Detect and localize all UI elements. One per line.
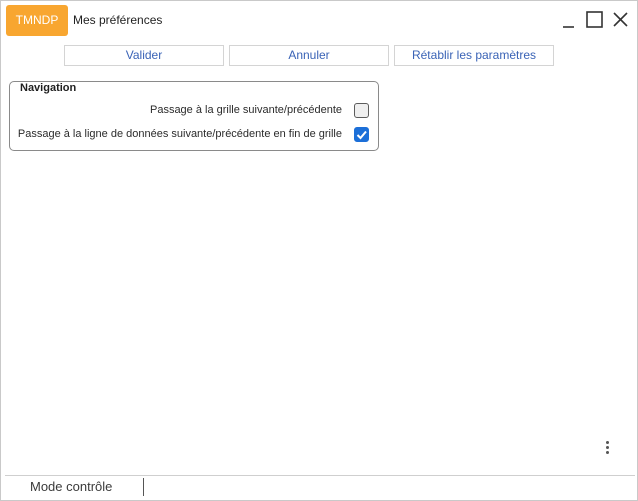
validate-button[interactable]: Valider [64, 45, 224, 66]
app-badge[interactable]: TMNDP [6, 5, 68, 36]
maximize-button[interactable] [585, 10, 605, 30]
more-options-icon[interactable] [599, 439, 615, 459]
minimize-icon [563, 26, 574, 28]
status-divider [143, 478, 144, 496]
grid-navigation-checkbox[interactable] [354, 103, 369, 118]
title-bar: TMNDP Mes préférences [1, 1, 637, 39]
checkmark-icon [356, 130, 367, 140]
window-title: Mes préférences [73, 13, 163, 27]
row-navigation-checkbox[interactable] [354, 127, 369, 142]
preferences-window: TMNDP Mes préférences Valider Annuler Ré… [0, 0, 638, 501]
maximize-icon [586, 11, 603, 28]
navigation-legend: Navigation [20, 82, 77, 94]
option-row-row-navigation: Passage à la ligne de données suivante/p… [10, 126, 378, 144]
status-bar: Mode contrôle [5, 475, 635, 500]
mode-label: Mode contrôle [30, 479, 113, 494]
option-label: Passage à la grille suivante/précédente [149, 104, 342, 116]
cancel-button[interactable]: Annuler [229, 45, 389, 66]
close-button[interactable] [611, 10, 631, 30]
option-label: Passage à la ligne de données suivante/p… [17, 128, 342, 140]
reset-settings-button[interactable]: Rétablir les paramètres [394, 45, 554, 66]
option-row-grid-navigation: Passage à la grille suivante/précédente [10, 102, 378, 120]
action-toolbar: Valider Annuler Rétablir les paramètres [1, 45, 637, 67]
minimize-button[interactable] [559, 10, 579, 30]
close-icon [613, 12, 628, 27]
navigation-group: Navigation Passage à la grille suivante/… [9, 81, 379, 151]
